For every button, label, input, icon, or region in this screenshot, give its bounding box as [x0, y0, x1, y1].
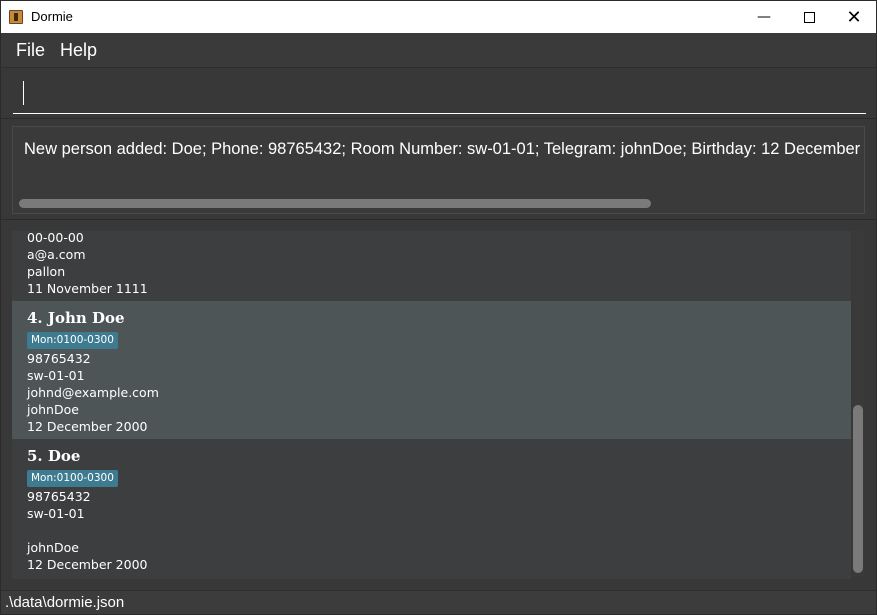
status-bar: .\data\dormie.json [1, 590, 876, 614]
person-phone: 98765432 [27, 351, 91, 366]
person-birthday: 11 November 1111 [27, 281, 148, 296]
app-icon [9, 10, 23, 24]
horizontal-scrollbar-thumb[interactable] [19, 199, 651, 208]
app-window: Dormie — ✕ File Help New person added: D… [0, 0, 877, 615]
close-button[interactable]: ✕ [831, 1, 877, 33]
person-email: a@a.com [27, 247, 86, 262]
close-icon: ✕ [846, 6, 862, 28]
save-file-path: .\data\dormie.json [5, 594, 125, 611]
person-room: sw-01-01 [27, 506, 85, 521]
person-telegram: pallon [27, 264, 66, 279]
menu-bar: File Help [1, 33, 876, 68]
maximize-button[interactable] [786, 1, 832, 33]
maximize-icon [803, 11, 815, 23]
vertical-scrollbar-thumb[interactable] [853, 405, 863, 573]
title-bar: Dormie — ✕ [1, 1, 876, 33]
text-caret [23, 81, 24, 105]
minimize-button[interactable]: — [741, 1, 787, 33]
minimize-icon: — [757, 9, 771, 25]
person-card[interactable]: 5. Doe Mon:0100-0300 98765432 sw-01-01 j… [12, 439, 851, 579]
person-birthday: 12 December 2000 [27, 419, 148, 434]
person-room: sw-01-01 [27, 368, 85, 383]
person-name: 4. John Doe [27, 309, 125, 327]
person-birthday: 12 December 2000 [27, 557, 148, 572]
person-tag: Mon:0100-0300 [27, 470, 118, 487]
person-detail: 00-00-00 [27, 231, 84, 245]
person-list-panel: 00-00-00 a@a.com pallon 11 November 1111… [1, 221, 876, 589]
person-telegram: johnDoe [27, 402, 79, 417]
person-name: 5. Doe [27, 447, 81, 465]
result-message: New person added: Doe; Phone: 98765432; … [24, 140, 864, 158]
person-phone: 98765432 [27, 489, 91, 504]
person-card[interactable]: 00-00-00 a@a.com pallon 11 November 1111 [12, 231, 851, 301]
menu-help[interactable]: Help [60, 40, 97, 61]
command-box [1, 69, 876, 119]
person-card-selected[interactable]: 4. John Doe Mon:0100-0300 98765432 sw-01… [12, 301, 851, 439]
window-title: Dormie [31, 9, 73, 24]
result-display[interactable]: New person added: Doe; Phone: 98765432; … [12, 126, 865, 214]
person-list[interactable]: 00-00-00 a@a.com pallon 11 November 1111… [12, 231, 851, 579]
menu-file[interactable]: File [16, 40, 45, 61]
person-tag: Mon:0100-0300 [27, 332, 118, 349]
command-input[interactable] [13, 79, 866, 114]
result-display-panel: New person added: Doe; Phone: 98765432; … [1, 120, 876, 220]
person-email: johnd@example.com [27, 385, 159, 400]
person-telegram: johnDoe [27, 540, 79, 555]
